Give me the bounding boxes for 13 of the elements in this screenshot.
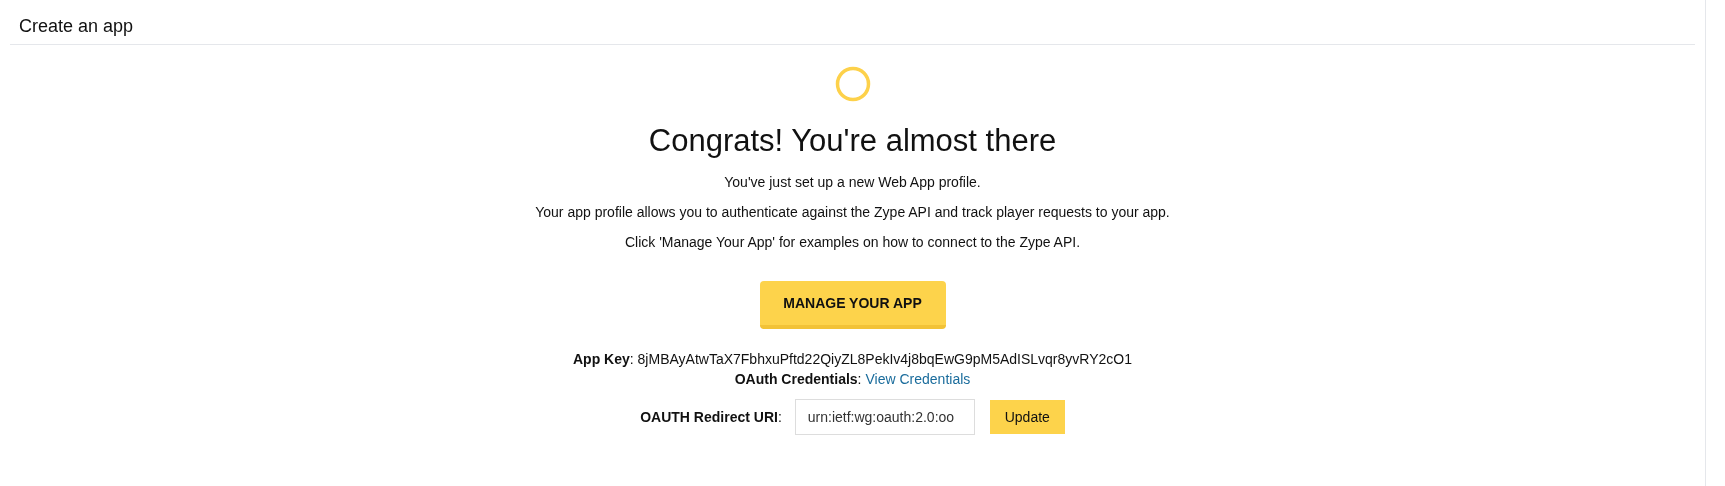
redirect-uri-field[interactable]: urn:ietf:wg:oauth:2.0:oo [794, 399, 975, 435]
paragraph: Click 'Manage Your App' for examples on how to connect to the Zype API. [624, 233, 1081, 251]
view-credentials-link[interactable]: View Credentials [865, 369, 971, 389]
app-key-text: App Key: 8jMBAyAtwTaX7FbhxuPftd22QiyZL8PekIv4j8bqEwG9pM5AdISLvqr8yvRY2cO1 [573, 350, 1132, 369]
update-button[interactable]: Update [989, 400, 1065, 434]
page-title: Create an app [19, 15, 135, 37]
paragraph: Your app profile allows you to authenticate against the Zype API and track player requests to your app. [535, 203, 1170, 221]
redirect-uri-label: OAUTH Redirect URI: [640, 407, 782, 427]
oauth-credentials-label: OAuth Credentials: [734, 370, 862, 389]
heading: Congrats! You're almost there [648, 122, 1057, 160]
paragraph: You've just set up a new Web App profile. [724, 173, 981, 191]
loading-ring-icon [834, 66, 871, 102]
manage-app-button[interactable]: MANAGE YOUR APP [759, 281, 946, 329]
